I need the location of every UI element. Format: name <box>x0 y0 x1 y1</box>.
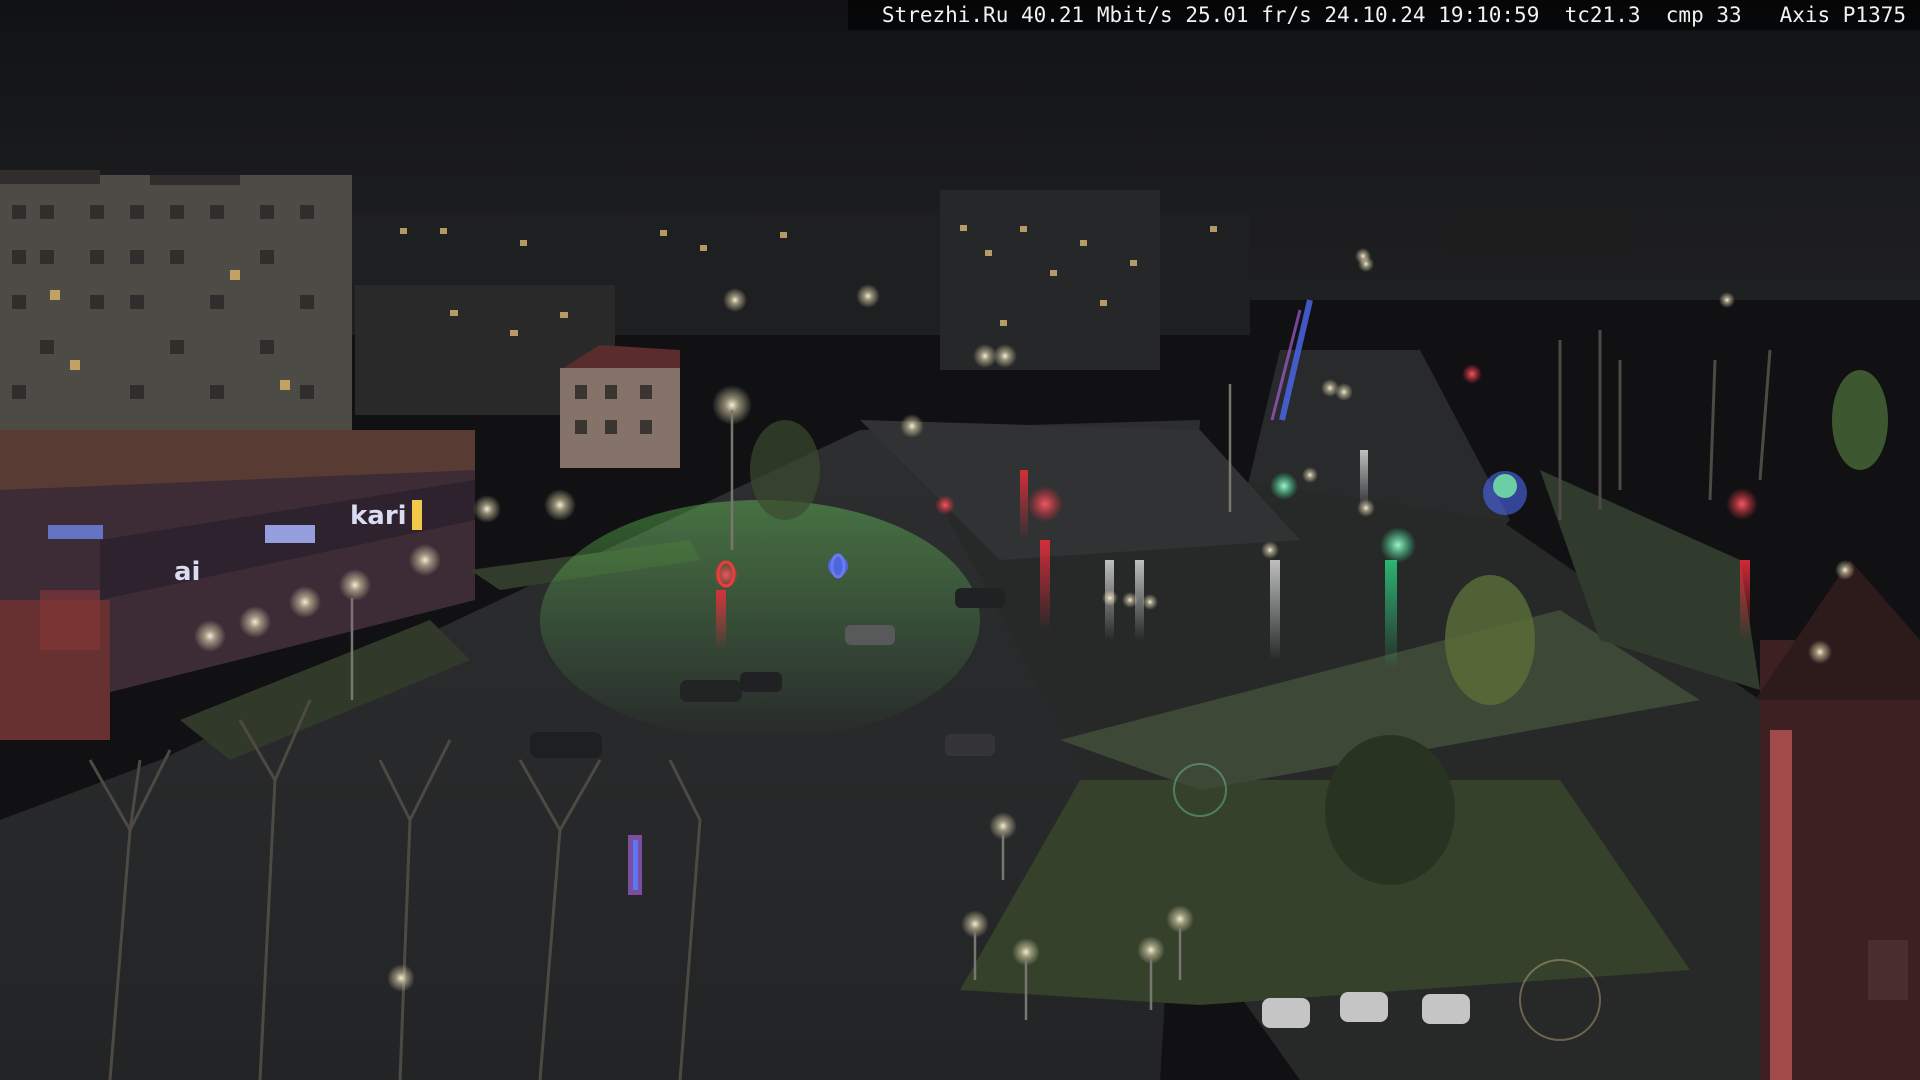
camera-info-overlay: Strezhi.Ru 40.21 Mbit/s 25.01 fr/s 24.10… <box>848 0 1920 30</box>
city-night-scene: ai kari <box>0 0 1920 1080</box>
fog-haze <box>0 0 1920 1080</box>
webcam-frame: ai kari Strezhi.Ru 40.21 Mbit/s 25.01 fr… <box>0 0 1920 1080</box>
